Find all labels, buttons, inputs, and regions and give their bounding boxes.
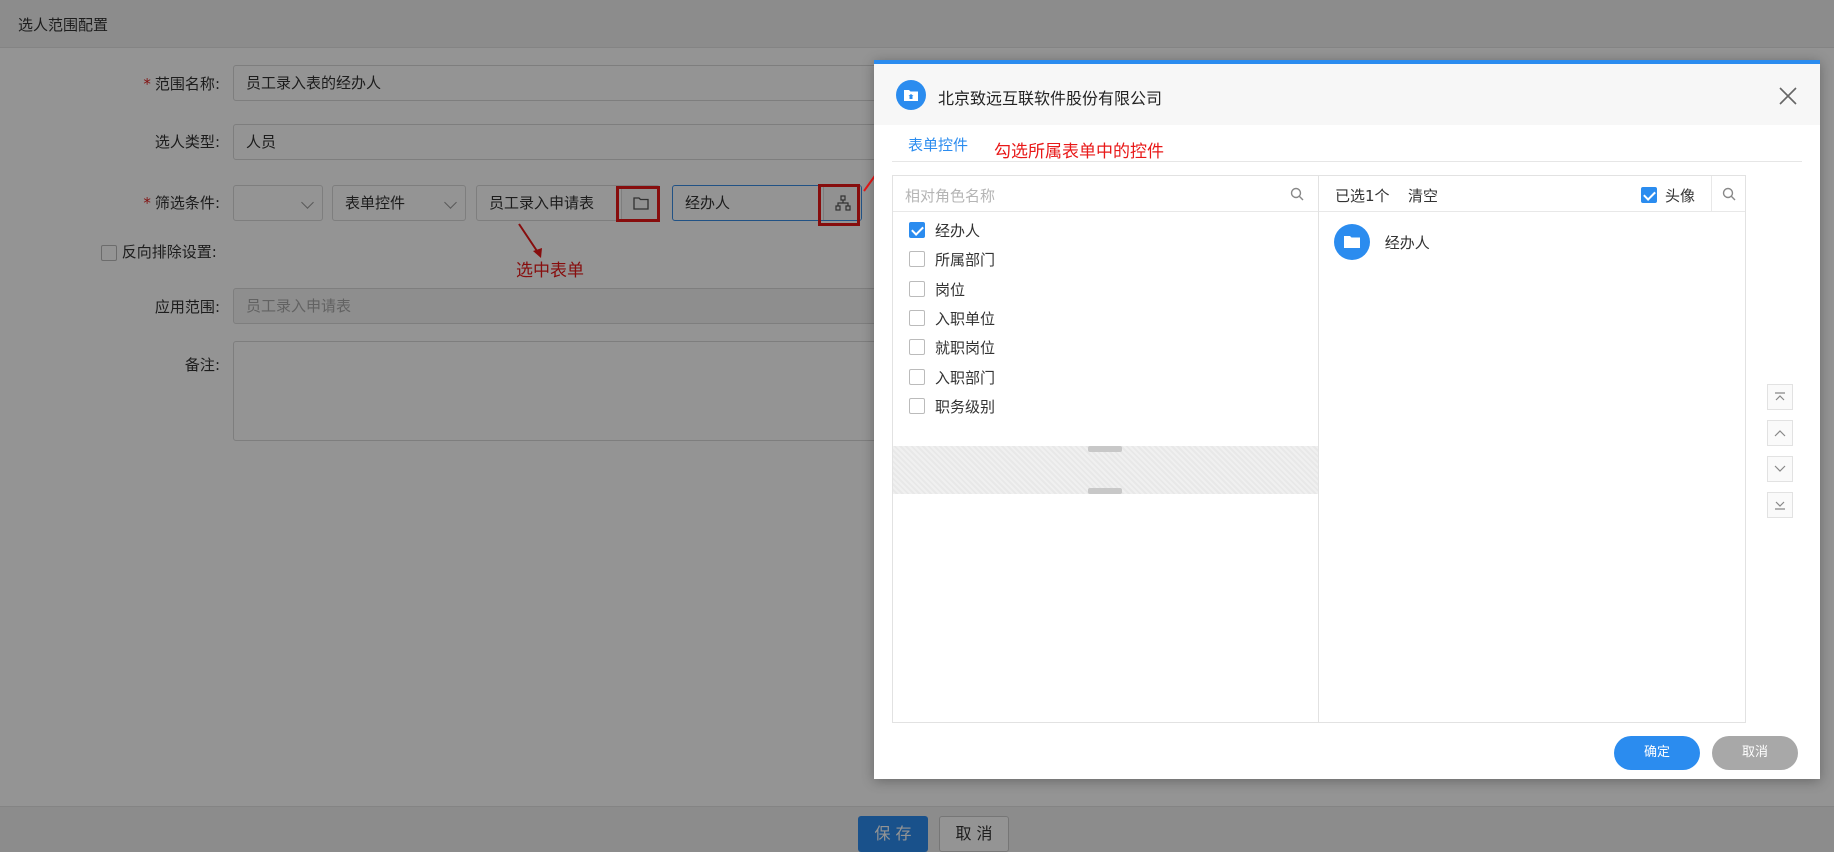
chevron-down-icon xyxy=(1774,465,1786,472)
selected-panel: 已选1个 清空 头像 经办人 xyxy=(1318,175,1746,723)
role-item-label: 就职岗位 xyxy=(935,339,996,358)
splitter-up-handle[interactable] xyxy=(1088,446,1122,452)
company-folder-icon xyxy=(896,80,926,110)
chevron-up-icon xyxy=(1774,430,1786,437)
role-item[interactable]: 岗位 xyxy=(909,276,965,304)
role-search-bar[interactable]: 相对角色名称 xyxy=(893,176,1318,212)
role-item[interactable]: 入职部门 xyxy=(909,364,995,392)
move-bottom-button[interactable] xyxy=(1767,492,1793,518)
checkbox[interactable] xyxy=(909,222,925,238)
role-item-label: 岗位 xyxy=(935,280,966,299)
clear-button[interactable]: 清空 xyxy=(1408,185,1438,206)
role-item-label: 入职部门 xyxy=(935,368,996,387)
org-select-dialog: 北京致远互联软件股份有限公司 表单控件 勾选所属表单中的控件 相对角色名称 经办… xyxy=(874,60,1820,779)
checkbox[interactable] xyxy=(909,397,925,414)
tab-divider xyxy=(892,161,1802,162)
checkbox[interactable] xyxy=(909,251,925,268)
checkbox[interactable] xyxy=(909,309,925,326)
checkbox[interactable] xyxy=(909,280,925,297)
role-search-input[interactable]: 相对角色名称 xyxy=(905,185,995,206)
splitter-down-handle[interactable] xyxy=(1088,488,1122,494)
confirm-button[interactable]: 确定 xyxy=(1614,736,1700,770)
role-list-panel: 相对角色名称 经办人所属部门岗位入职单位就职岗位入职部门职务级别 xyxy=(892,175,1319,723)
role-item[interactable]: 所属部门 xyxy=(909,246,995,274)
dialog-header: 北京致远互联软件股份有限公司 xyxy=(874,64,1820,125)
avatar-toggle[interactable]: 头像 xyxy=(1641,185,1695,206)
role-item-label: 所属部门 xyxy=(935,251,996,270)
search-icon[interactable] xyxy=(1290,187,1304,201)
checkbox[interactable] xyxy=(909,339,925,356)
role-item-label: 职务级别 xyxy=(935,397,996,416)
selected-count: 已选1个 xyxy=(1335,187,1390,205)
role-item-label: 入职单位 xyxy=(935,309,996,328)
move-up-button[interactable] xyxy=(1767,420,1793,446)
folder-avatar-icon xyxy=(1334,224,1370,260)
dialog-cancel-button[interactable]: 取消 xyxy=(1712,736,1798,770)
role-item[interactable]: 就职岗位 xyxy=(909,334,995,362)
move-down-button[interactable] xyxy=(1767,456,1793,482)
selected-search-button[interactable] xyxy=(1711,176,1745,211)
selected-item-label: 经办人 xyxy=(1384,233,1430,252)
search-icon xyxy=(1722,187,1735,200)
move-bottom-icon xyxy=(1775,501,1785,510)
role-item[interactable]: 职务级别 xyxy=(909,393,995,421)
selected-item[interactable]: 经办人 xyxy=(1334,224,1430,260)
tab-form-controls[interactable]: 表单控件 xyxy=(908,134,968,155)
checkbox[interactable] xyxy=(909,368,925,385)
dialog-title: 北京致远互联软件股份有限公司 xyxy=(938,89,1163,108)
annotation-check-control: 勾选所属表单中的控件 xyxy=(994,142,1164,162)
move-top-icon xyxy=(1775,392,1785,401)
selected-head: 已选1个 清空 头像 xyxy=(1319,176,1745,212)
close-icon[interactable] xyxy=(1778,86,1798,106)
move-top-button[interactable] xyxy=(1767,384,1793,410)
role-item-label: 经办人 xyxy=(935,222,981,240)
checkbox[interactable] xyxy=(1641,187,1657,203)
panel-splitter[interactable] xyxy=(893,446,1318,494)
role-item[interactable]: 入职单位 xyxy=(909,305,995,333)
role-item[interactable]: 经办人 xyxy=(909,217,980,245)
